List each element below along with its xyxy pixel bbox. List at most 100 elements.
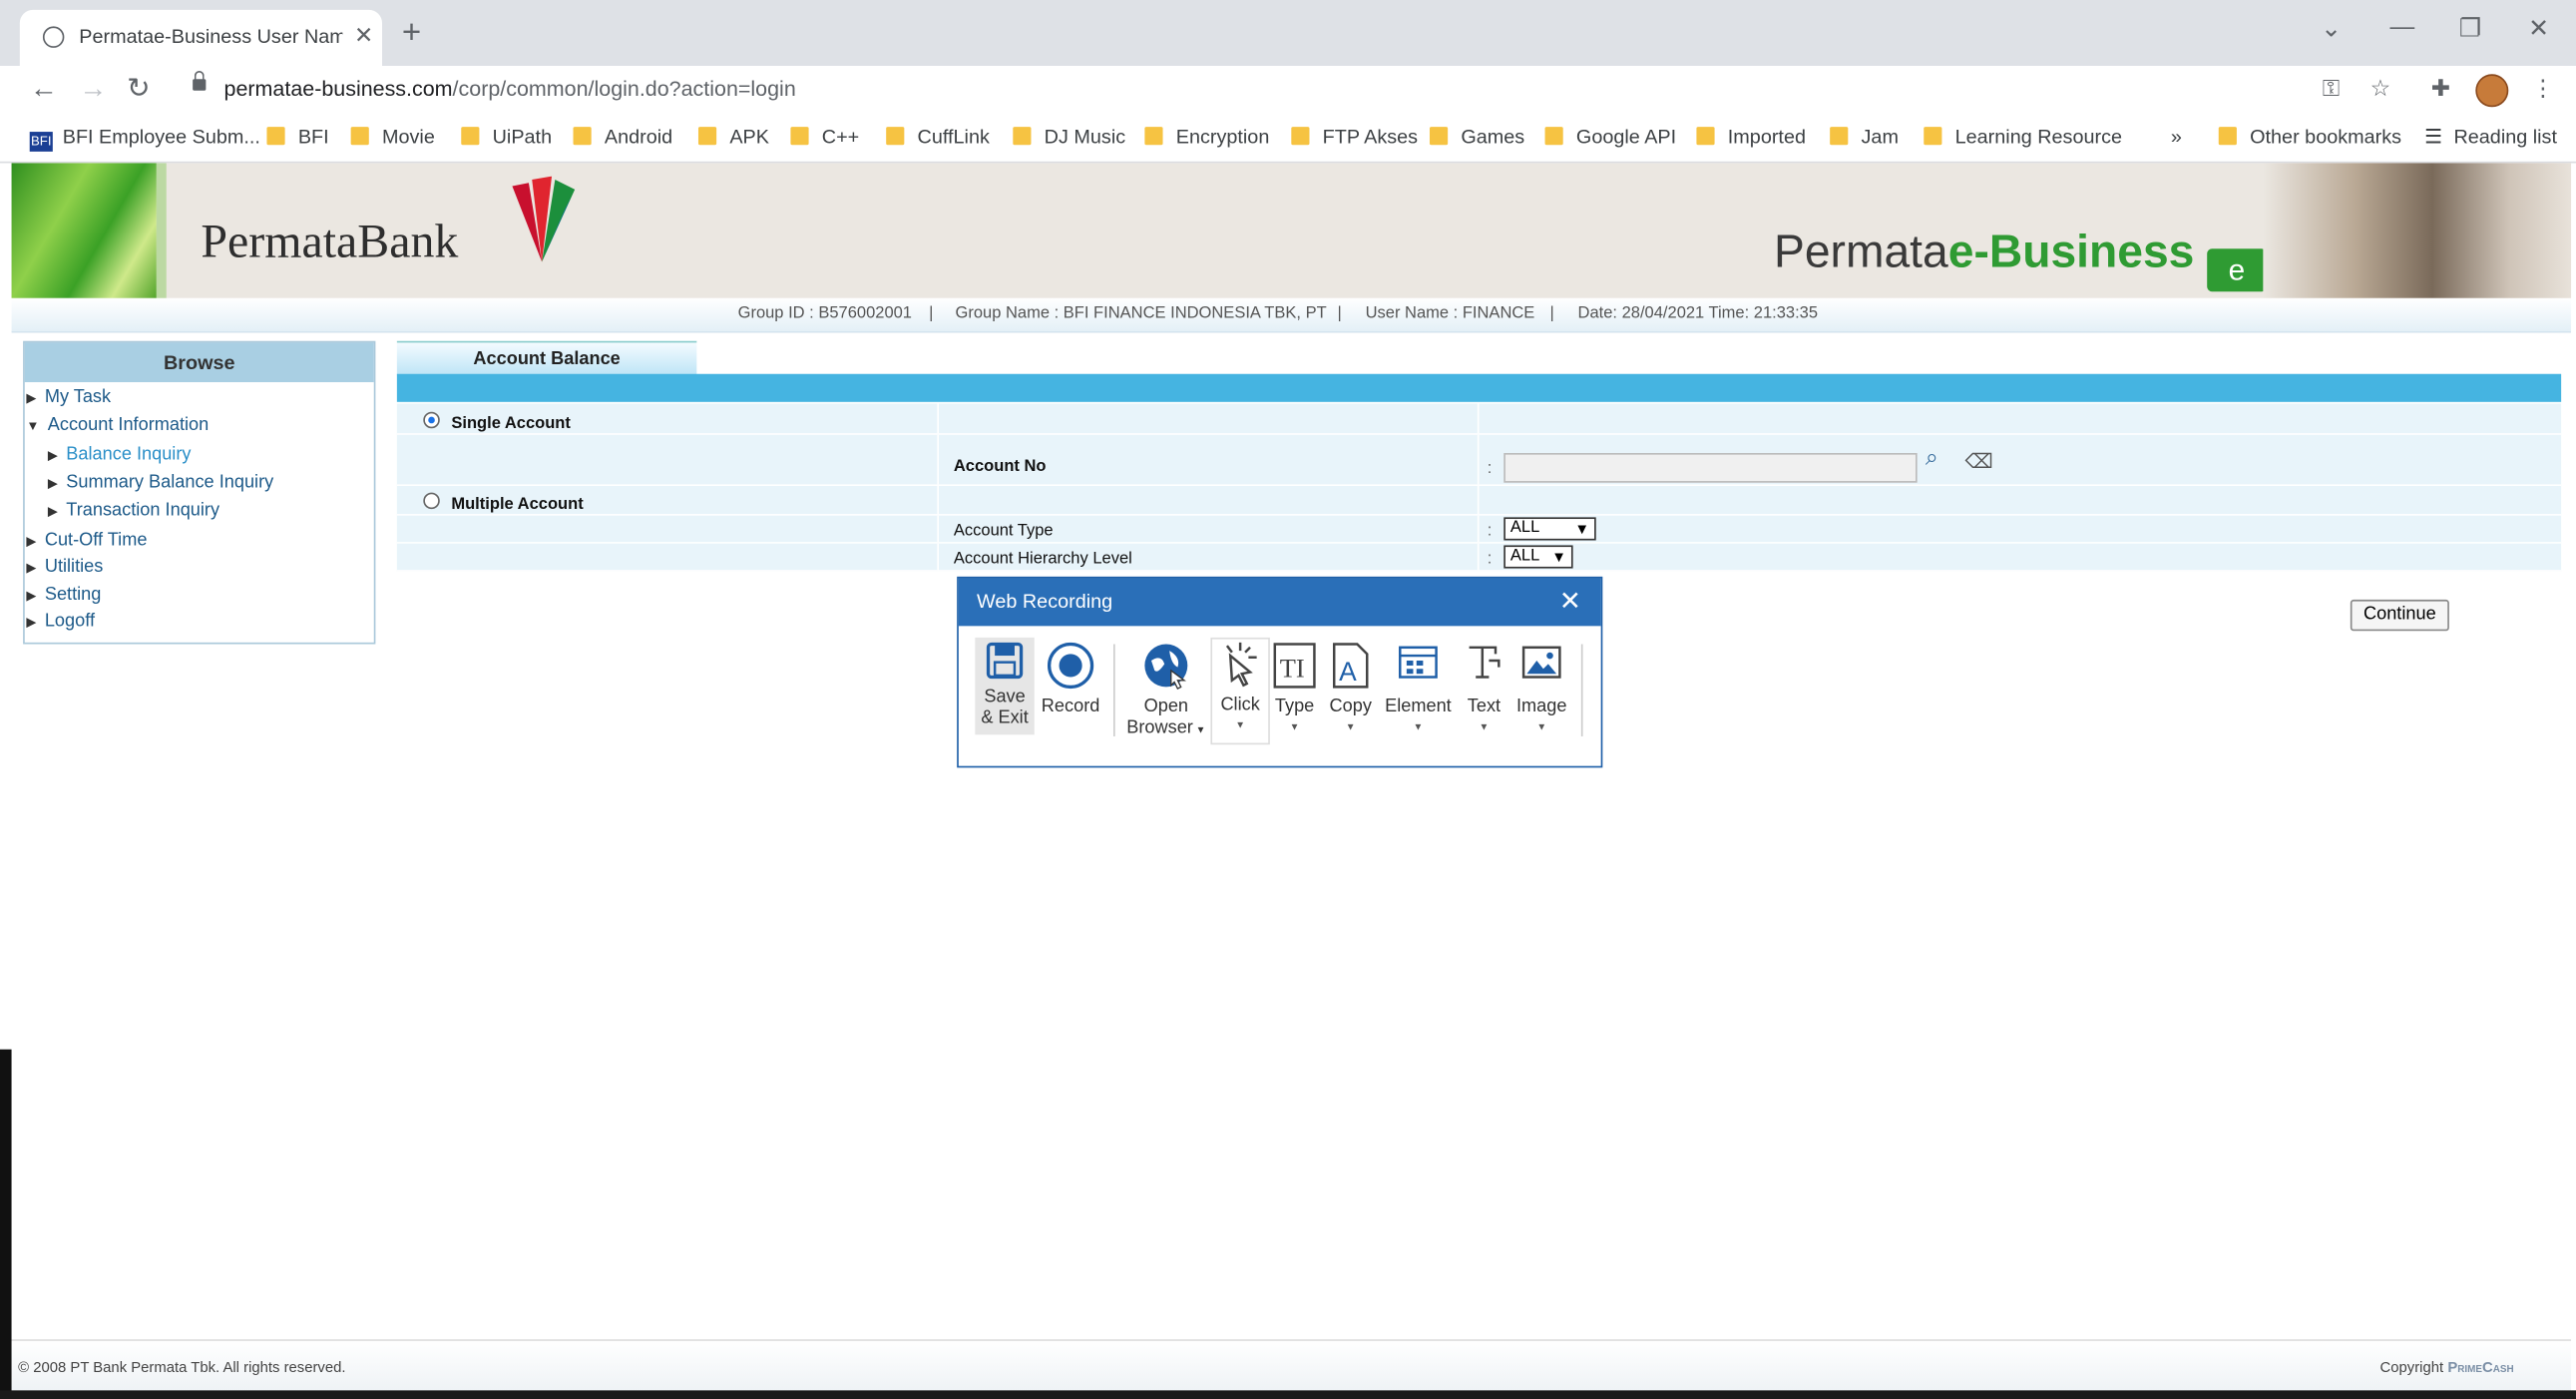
tool-label: Browser (1126, 717, 1193, 738)
bookmark-label: Jam (1861, 125, 1899, 149)
reading-list-icon: ☰ (2424, 125, 2442, 149)
menu-cutoff-time[interactable]: ▶ Cut-Off Time (26, 531, 147, 551)
multiple-account-radio[interactable] (423, 492, 440, 510)
bookmark-label: Google API (1575, 125, 1677, 149)
tool-label: Click (1220, 695, 1260, 715)
menu-summary-balance-inquiry[interactable]: ▶ Summary Balance Inquiry (48, 473, 273, 493)
folder-icon (461, 127, 480, 146)
close-tab-icon[interactable]: ✕ (354, 21, 373, 49)
star-icon[interactable]: ☆ (2370, 74, 2391, 102)
image-button[interactable]: Image ▼ (1513, 641, 1569, 739)
menu-label: My Task (44, 386, 112, 407)
tab-account-balance[interactable]: Account Balance (396, 340, 697, 376)
close-window-icon[interactable]: ✕ (2528, 13, 2549, 43)
menu-balance-inquiry[interactable]: ▶ Balance Inquiry (48, 445, 192, 465)
minimize-icon[interactable]: — (2389, 13, 2414, 41)
info-divider: | (1337, 304, 1342, 323)
reading-list-button[interactable]: ☰ Reading list (2424, 125, 2557, 148)
copy-button[interactable]: A Copy ▼ (1326, 641, 1376, 739)
bookmark-imported[interactable]: Imported (1696, 125, 1806, 149)
forward-icon[interactable]: → (79, 73, 107, 106)
browser-globe-icon (1144, 644, 1188, 690)
element-grid-icon (1399, 646, 1438, 679)
banner-photo (2263, 163, 2572, 298)
bookmark-google-api[interactable]: Google API (1544, 125, 1677, 149)
new-tab-icon[interactable]: + (402, 15, 421, 53)
save-exit-button[interactable]: Save & Exit (975, 637, 1035, 735)
bookmark-cufflink[interactable]: CuffLink (886, 125, 990, 149)
extensions-icon[interactable]: ✚ (2431, 74, 2450, 102)
record-icon (1047, 642, 1094, 690)
info-divider: | (1549, 304, 1554, 323)
continue-button[interactable]: Continue (2350, 599, 2449, 632)
text-button[interactable]: Text ▼ (1460, 641, 1509, 739)
close-icon[interactable]: ✕ (1559, 578, 1581, 626)
click-button[interactable]: Click ▼ (1210, 637, 1270, 745)
record-button[interactable]: Record (1038, 641, 1103, 718)
bookmark-label: FTP Akses (1322, 125, 1419, 149)
eraser-icon[interactable]: ⌫ (1965, 450, 1993, 473)
expand-icon: ▶ (26, 588, 37, 604)
bookmark-bfi-employee[interactable]: BFI BFI Employee Subm... (29, 125, 260, 152)
bookmark-games[interactable]: Games (1429, 125, 1524, 149)
tool-label: Record (1041, 697, 1100, 717)
folder-icon (1013, 127, 1032, 146)
bookmark-label: DJ Music (1044, 125, 1126, 149)
bookmark-learning-resource[interactable]: Learning Resource (1924, 125, 2122, 149)
bookmark-movie[interactable]: Movie (350, 125, 435, 149)
bookmark-apk[interactable]: APK (697, 125, 769, 149)
menu-account-information[interactable]: ▼ Account Information (26, 415, 209, 435)
back-icon[interactable]: ← (30, 73, 58, 106)
bookmark-label: Android (604, 125, 673, 149)
address-bar[interactable]: permatae-business.com/corp/common/login.… (224, 76, 796, 101)
bookmark-encryption[interactable]: Encryption (1144, 125, 1269, 149)
account-type-select[interactable]: ALL ▼ (1503, 517, 1596, 541)
lookup-icon[interactable]: ⌕ (1926, 443, 1938, 471)
user-name: User Name : FINANCE (1365, 304, 1535, 323)
menu-kebab-icon[interactable]: ⋮ (2531, 74, 2554, 102)
tool-label: Type (1274, 697, 1315, 717)
menu-utilities[interactable]: ▶ Utilities (26, 557, 103, 577)
bookmark-android[interactable]: Android (573, 125, 673, 149)
bookmark-dj-music[interactable]: DJ Music (1013, 125, 1126, 149)
menu-transaction-inquiry[interactable]: ▶ Transaction Inquiry (48, 501, 219, 521)
folder-icon (350, 127, 369, 146)
folder-icon (266, 127, 285, 146)
open-browser-button[interactable]: Open Browser ▼ (1123, 641, 1209, 742)
menu-logoff[interactable]: ▶ Logoff (26, 611, 95, 631)
chevron-down-icon: ▼ (1551, 548, 1567, 566)
bookmark-jam[interactable]: Jam (1830, 125, 1899, 149)
bookmark-ftp-akses[interactable]: FTP Akses (1291, 125, 1419, 149)
reload-icon[interactable]: ↻ (127, 73, 151, 106)
bookmark-label: Movie (382, 125, 435, 149)
colon: : (1487, 459, 1493, 478)
page-footer: © 2008 PT Bank Permata Tbk. All rights r… (11, 1339, 2572, 1393)
bookmark-cpp[interactable]: C++ (790, 125, 860, 149)
single-account-radio[interactable] (423, 411, 440, 429)
bookmark-uipath[interactable]: UiPath (461, 125, 552, 149)
browse-title: Browse (24, 342, 374, 383)
product-suffix: e-Business (1947, 226, 2195, 277)
account-hierarchy-select[interactable]: ALL ▼ (1503, 545, 1573, 569)
browser-tab[interactable]: Permatae-Business User Name : l ✕ (19, 9, 383, 67)
browser-tab-strip: Permatae-Business User Name : l ✕ + ⌄ — … (0, 0, 2576, 67)
bookmarks-overflow-button[interactable]: » (2171, 125, 2182, 148)
menu-my-task[interactable]: ▶ My Task (26, 387, 111, 407)
type-button[interactable]: TI Type ▼ (1270, 641, 1320, 739)
bookmark-label: C++ (821, 125, 860, 149)
bfi-logo-icon: BFI (29, 132, 53, 152)
key-icon[interactable]: ⚿ (2323, 74, 2341, 102)
folder-icon (790, 127, 809, 146)
profile-avatar[interactable] (2475, 74, 2509, 108)
menu-setting[interactable]: ▶ Setting (26, 585, 101, 605)
bookmark-label: BFI (297, 125, 329, 149)
footer-copyright-right: Copyright PrimeCash (2380, 1359, 2514, 1376)
bookmark-bfi[interactable]: BFI (266, 125, 329, 149)
bookmark-other[interactable]: Other bookmarks (2218, 125, 2401, 149)
tab-search-icon[interactable]: ⌄ (2321, 13, 2342, 43)
lock-icon[interactable] (193, 70, 207, 91)
restore-icon[interactable]: ❐ (2459, 13, 2481, 43)
element-button[interactable]: Element ▼ (1384, 641, 1453, 739)
account-no-input[interactable] (1503, 452, 1918, 483)
dropdown-arrow-icon: ▼ (1289, 722, 1300, 733)
